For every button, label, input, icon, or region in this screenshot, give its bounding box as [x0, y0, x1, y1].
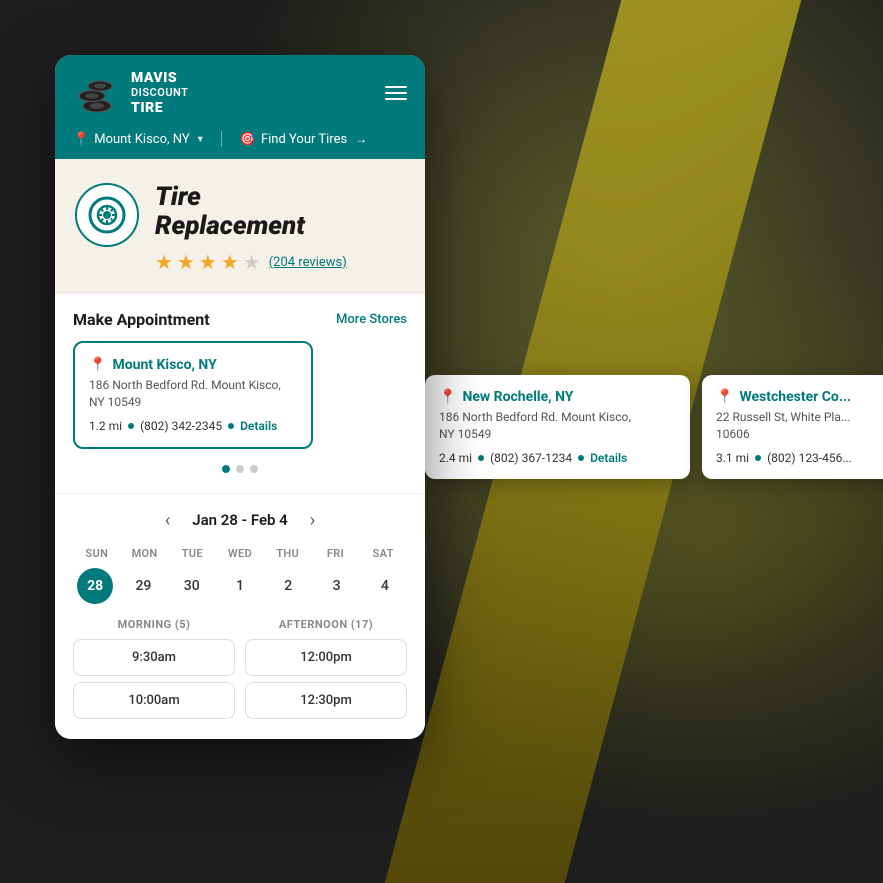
day-label-mon: MON: [121, 547, 169, 560]
peek-dot-1: [478, 455, 484, 461]
day-cell-28[interactable]: 28: [77, 568, 113, 604]
day-cell-3[interactable]: 3: [319, 568, 355, 604]
carousel-dot-1[interactable]: [236, 465, 244, 473]
days-header: SUN MON TUE WED THU FRI SAT: [73, 547, 407, 560]
day-cell-1[interactable]: 1: [222, 568, 258, 604]
day-cell-29[interactable]: 29: [125, 568, 161, 604]
service-info: Tire Replacement ★ ★ ★ ★ ★ (204 reviews): [155, 183, 347, 274]
phone-frame: MAVIS DISCOUNT TIRE 📍 Mount Kisco, NY ▾ …: [55, 55, 425, 739]
afternoon-label: AFTERNOON (17): [245, 618, 407, 631]
time-sections: MORNING (5) 9:30am 10:00am AFTERNOON (17…: [73, 618, 407, 725]
stores-carousel: 📍 Mount Kisco, NY 186 North Bedford Rd. …: [73, 341, 407, 449]
time-slot-1230[interactable]: 12:30pm: [245, 682, 407, 719]
logo-icon: [73, 69, 121, 117]
peek-dot-2: [755, 455, 761, 461]
carousel-dot-0[interactable]: [222, 465, 230, 473]
appointment-header: Make Appointment More Stores: [73, 310, 407, 329]
appointment-title: Make Appointment: [73, 310, 210, 329]
morning-column: MORNING (5) 9:30am 10:00am: [73, 618, 235, 725]
appointment-section: Make Appointment More Stores 📍 Mount Kis…: [55, 294, 425, 493]
day-cell-4[interactable]: 4: [367, 568, 403, 604]
time-slot-1000[interactable]: 10:00am: [73, 682, 235, 719]
store-dot-0: [128, 423, 134, 429]
find-tires-text: Find Your Tires: [261, 132, 347, 147]
day-cell-30[interactable]: 30: [174, 568, 210, 604]
location-bar: 📍 Mount Kisco, NY ▾ 🎯 Find Your Tires →: [55, 131, 425, 159]
find-tires-link[interactable]: 🎯 Find Your Tires →: [222, 132, 385, 147]
day-label-thu: THU: [264, 547, 312, 560]
peek-card-new-rochelle[interactable]: 📍 New Rochelle, NY 186 North Bedford Rd.…: [425, 375, 690, 479]
store-meta-0: 1.2 mi (802) 342-2345 Details: [89, 419, 297, 433]
service-title: Tire Replacement: [155, 183, 347, 240]
peek-card-title-2: 📍 Westchester Co...: [716, 389, 883, 405]
store-details-link-0[interactable]: Details: [240, 419, 277, 433]
day-label-wed: WED: [216, 547, 264, 560]
store-address-0: 186 North Bedford Rd. Mount Kisco,NY 105…: [89, 377, 297, 411]
calendar-prev-button[interactable]: ‹: [159, 508, 176, 533]
store-dot-0b: [228, 423, 234, 429]
days-grid: 28 29 30 1 2 3 4: [73, 568, 407, 604]
store-card-0[interactable]: 📍 Mount Kisco, NY 186 North Bedford Rd. …: [73, 341, 313, 449]
logo-text: MAVIS DISCOUNT TIRE: [131, 70, 188, 117]
reviews-link[interactable]: (204 reviews): [269, 255, 347, 270]
star-1: ★: [155, 250, 173, 274]
day-label-sat: SAT: [359, 547, 407, 560]
peek-card-westchester[interactable]: 📍 Westchester Co... 22 Russell St, White…: [702, 375, 883, 479]
star-4: ★: [221, 250, 239, 274]
carousel-dot-2[interactable]: [250, 465, 258, 473]
store-pin-icon-0: 📍: [89, 357, 106, 373]
peek-card-address-1: 186 North Bedford Rd. Mount Kisco,NY 105…: [439, 409, 676, 443]
service-icon-circle: [75, 183, 139, 247]
service-hero: Tire Replacement ★ ★ ★ ★ ★ (204 reviews): [55, 159, 425, 294]
time-slot-930[interactable]: 9:30am: [73, 639, 235, 676]
stars-row: ★ ★ ★ ★ ★ (204 reviews): [155, 250, 347, 274]
peek-dot-1b: [578, 455, 584, 461]
calendar-date-range: Jan 28 - Feb 4: [192, 511, 288, 529]
day-cell-2[interactable]: 2: [270, 568, 306, 604]
star-2: ★: [177, 250, 195, 274]
peek-card-address-2: 22 Russell St, White Pla...10606: [716, 409, 883, 443]
calendar-section: ‹ Jan 28 - Feb 4 › SUN MON TUE WED THU F…: [55, 493, 425, 739]
app-header: MAVIS DISCOUNT TIRE: [55, 55, 425, 131]
afternoon-column: AFTERNOON (17) 12:00pm 12:30pm: [245, 618, 407, 725]
peek-card-title-1: 📍 New Rochelle, NY: [439, 389, 676, 405]
day-label-tue: TUE: [168, 547, 216, 560]
carousel-dots: [73, 459, 407, 477]
location-selector[interactable]: 📍 Mount Kisco, NY ▾: [55, 132, 221, 147]
peek-card-meta-1: 2.4 mi (802) 367-1234 Details: [439, 451, 676, 465]
calendar-next-button[interactable]: ›: [304, 508, 321, 533]
chevron-down-icon: ▾: [198, 134, 203, 145]
stores-track: 📍 Mount Kisco, NY 186 North Bedford Rd. …: [73, 341, 407, 449]
star-5: ★: [243, 250, 261, 274]
time-slot-1200[interactable]: 12:00pm: [245, 639, 407, 676]
morning-label: MORNING (5): [73, 618, 235, 631]
peek-pin-icon-2: 📍: [716, 389, 733, 405]
more-stores-link[interactable]: More Stores: [336, 312, 407, 327]
day-label-fri: FRI: [312, 547, 360, 560]
calendar-nav: ‹ Jan 28 - Feb 4 ›: [73, 508, 407, 533]
hamburger-menu[interactable]: [385, 86, 407, 100]
logo-area: MAVIS DISCOUNT TIRE: [73, 69, 188, 117]
target-icon: 🎯: [240, 132, 256, 147]
peek-pin-icon-1: 📍: [439, 389, 456, 405]
location-pin-icon: 📍: [73, 132, 89, 147]
peek-details-link-1[interactable]: Details: [590, 451, 627, 465]
arrow-right-icon: →: [355, 132, 367, 146]
peek-cards-container: 📍 New Rochelle, NY 186 North Bedford Rd.…: [425, 375, 883, 479]
location-text: Mount Kisco, NY: [94, 132, 190, 147]
peek-card-meta-2: 3.1 mi (802) 123-456...: [716, 451, 883, 465]
star-3: ★: [199, 250, 217, 274]
store-name-0: 📍 Mount Kisco, NY: [89, 357, 297, 373]
day-label-sun: SUN: [73, 547, 121, 560]
